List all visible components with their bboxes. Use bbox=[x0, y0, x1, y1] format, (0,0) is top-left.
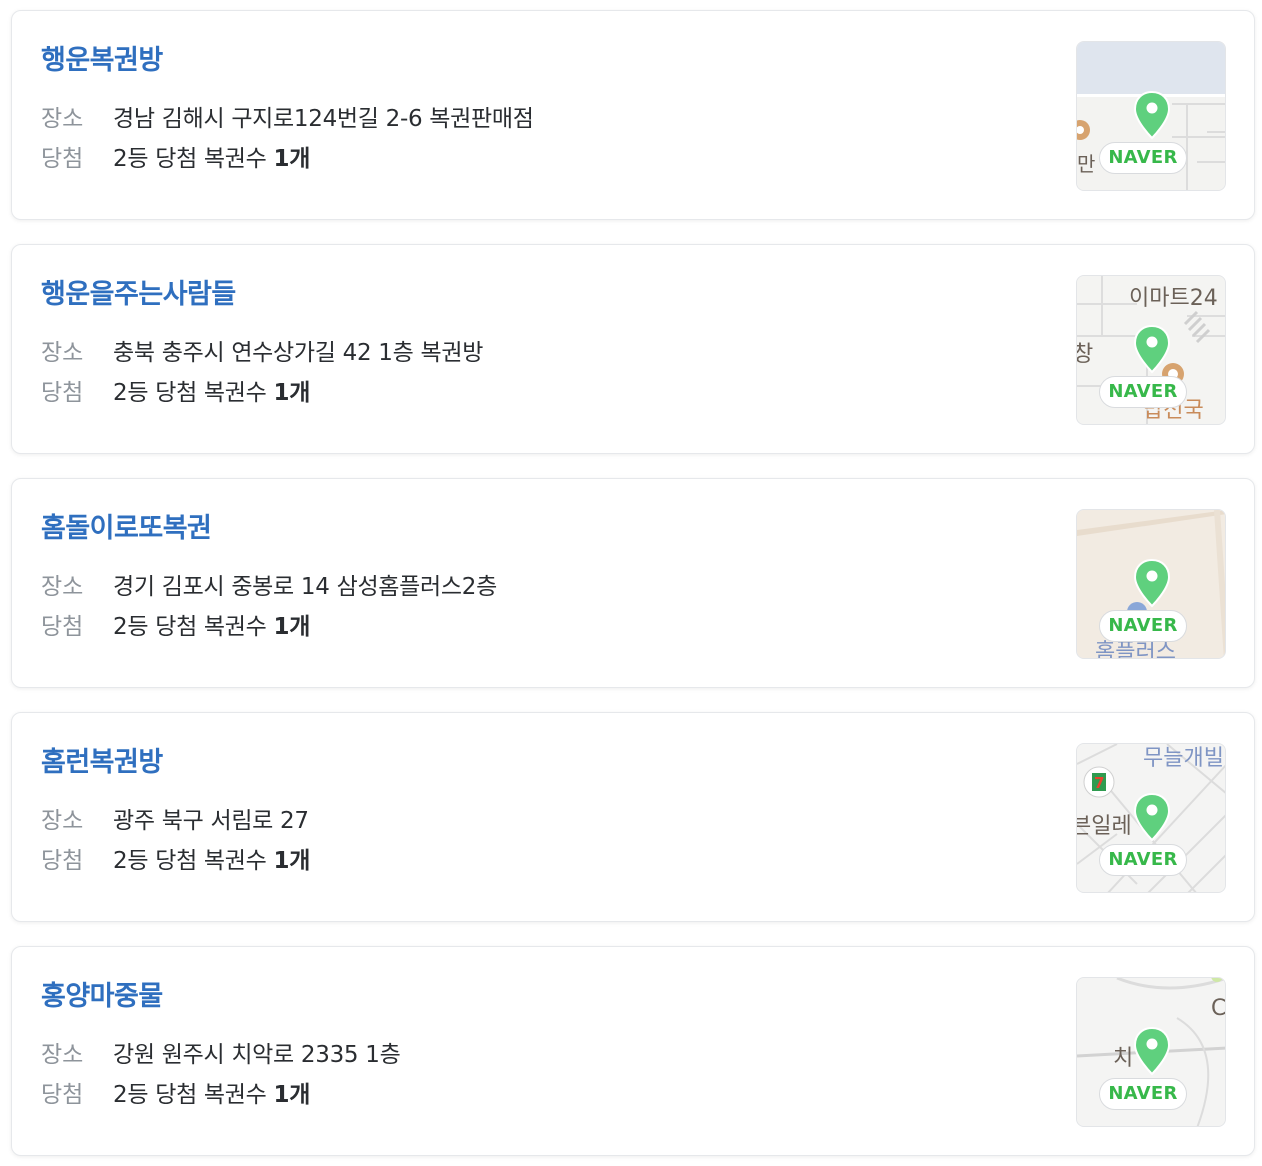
address-row: 장소 경기 김포시 중봉로 14 삼성홈플러스2층 bbox=[41, 567, 497, 601]
win-text: 2등 당첨 복권수 bbox=[113, 614, 267, 640]
win-row: 당첨 2등 당첨 복권수 1개 bbox=[41, 841, 310, 875]
map-place-label: 븐일레 bbox=[1076, 814, 1132, 839]
map-thumbnail[interactable]: 만 NAVER bbox=[1076, 41, 1226, 191]
address-row: 장소 충북 충주시 연수상가길 42 1층 복권방 bbox=[41, 333, 483, 367]
address-label: 장소 bbox=[41, 808, 84, 834]
address-label: 장소 bbox=[41, 574, 84, 600]
location-pin-icon bbox=[1133, 1026, 1171, 1076]
map-thumbnail[interactable]: 치 C NAVER bbox=[1076, 977, 1226, 1127]
shop-card[interactable]: 행운복권방 장소 경남 김해시 구지로124번길 2-6 복권판매점 당첨 2등 당… bbox=[11, 10, 1255, 220]
win-row: 당첨 2등 당첨 복권수 1개 bbox=[41, 373, 310, 407]
win-value: 2등 당첨 복권수 1개 bbox=[113, 1082, 310, 1108]
map-place-label: 무늘개빌 bbox=[1143, 746, 1224, 771]
win-value: 2등 당첨 복권수 1개 bbox=[113, 146, 310, 172]
shop-card[interactable]: 홈돌이로또복권 장소 경기 김포시 중봉로 14 삼성홈플러스2층 당첨 2등 당첨… bbox=[11, 478, 1255, 688]
location-pin-icon bbox=[1133, 324, 1171, 374]
naver-logo-badge: NAVER bbox=[1099, 610, 1187, 642]
win-label: 당첨 bbox=[41, 1082, 84, 1108]
location-pin-icon bbox=[1133, 90, 1171, 140]
win-label: 당첨 bbox=[41, 614, 84, 640]
win-count: 1개 bbox=[273, 1082, 311, 1108]
win-label: 당첨 bbox=[41, 848, 84, 874]
shop-name-link[interactable]: 행운복권방 bbox=[41, 38, 163, 77]
address-label: 장소 bbox=[41, 340, 84, 366]
win-label: 당첨 bbox=[41, 380, 84, 406]
address-row: 장소 광주 북구 서림로 27 bbox=[41, 801, 309, 835]
location-pin-icon bbox=[1133, 558, 1171, 608]
address-value: 광주 북구 서림로 27 bbox=[113, 808, 309, 834]
address-label: 장소 bbox=[41, 106, 84, 132]
win-value: 2등 당첨 복권수 1개 bbox=[113, 380, 310, 406]
shop-name-link[interactable]: 홈런복권방 bbox=[41, 740, 163, 779]
shop-card[interactable]: 홍양마중물 장소 강원 원주시 치악로 2335 1층 당첨 2등 당첨 복권수 1… bbox=[11, 946, 1255, 1156]
map-thumbnail[interactable]: 이마트24 창 밥선국 NAVER bbox=[1076, 275, 1226, 425]
map-thumbnail[interactable]: 7 무늘개빌 븐일레 NAVER bbox=[1076, 743, 1226, 893]
win-count: 1개 bbox=[273, 380, 311, 406]
win-row: 당첨 2등 당첨 복권수 1개 bbox=[41, 139, 310, 173]
win-row: 당첨 2등 당첨 복권수 1개 bbox=[41, 1075, 310, 1109]
map-place-label: 만 bbox=[1077, 152, 1096, 176]
win-row: 당첨 2등 당첨 복권수 1개 bbox=[41, 607, 310, 641]
win-text: 2등 당첨 복권수 bbox=[113, 1082, 267, 1108]
address-value: 강원 원주시 치악로 2335 1층 bbox=[113, 1042, 401, 1068]
shop-name-link[interactable]: 홈돌이로또복권 bbox=[41, 506, 212, 545]
address-value: 경남 김해시 구지로124번길 2-6 복권판매점 bbox=[113, 106, 534, 132]
naver-logo-badge: NAVER bbox=[1099, 1078, 1187, 1110]
map-thumbnail[interactable]: 홈플러스 NAVER bbox=[1076, 509, 1226, 659]
win-count: 1개 bbox=[273, 848, 311, 874]
naver-logo-badge: NAVER bbox=[1099, 142, 1187, 174]
address-value: 충북 충주시 연수상가길 42 1층 복권방 bbox=[113, 340, 484, 366]
address-label: 장소 bbox=[41, 1042, 84, 1068]
shop-card[interactable]: 홈런복권방 장소 광주 북구 서림로 27 당첨 2등 당첨 복권수 1개 7 무늘… bbox=[11, 712, 1255, 922]
win-value: 2등 당첨 복권수 1개 bbox=[113, 614, 310, 640]
shop-card[interactable]: 행운을주는사람들 장소 충북 충주시 연수상가길 42 1층 복권방 당첨 2등 당… bbox=[11, 244, 1255, 454]
shop-name-link[interactable]: 홍양마중물 bbox=[41, 974, 163, 1013]
address-value: 경기 김포시 중봉로 14 삼성홈플러스2층 bbox=[113, 574, 497, 600]
address-row: 장소 강원 원주시 치악로 2335 1층 bbox=[41, 1035, 401, 1069]
win-text: 2등 당첨 복권수 bbox=[113, 848, 267, 874]
win-count: 1개 bbox=[273, 146, 311, 172]
address-row: 장소 경남 김해시 구지로124번길 2-6 복권판매점 bbox=[41, 99, 534, 133]
lottery-shop-list: 행운복권방 장소 경남 김해시 구지로124번길 2-6 복권판매점 당첨 2등 당… bbox=[0, 0, 1262, 1166]
win-text: 2등 당첨 복권수 bbox=[113, 146, 267, 172]
map-place-label: 창 bbox=[1077, 336, 1093, 368]
naver-logo-badge: NAVER bbox=[1099, 376, 1187, 408]
map-place-label: C bbox=[1211, 996, 1226, 1021]
win-value: 2등 당첨 복권수 1개 bbox=[113, 848, 310, 874]
shop-name-link[interactable]: 행운을주는사람들 bbox=[41, 272, 236, 311]
svg-text:7: 7 bbox=[1094, 774, 1104, 792]
naver-logo-badge: NAVER bbox=[1099, 844, 1187, 876]
map-place-label: 이마트24 bbox=[1129, 286, 1218, 311]
location-pin-icon bbox=[1133, 792, 1171, 842]
win-text: 2등 당첨 복권수 bbox=[113, 380, 267, 406]
win-count: 1개 bbox=[273, 614, 311, 640]
win-label: 당첨 bbox=[41, 146, 84, 172]
map-place-label: 치 bbox=[1113, 1046, 1134, 1071]
